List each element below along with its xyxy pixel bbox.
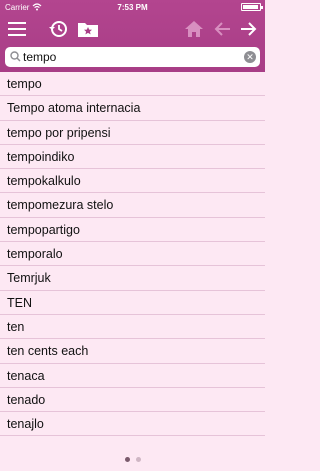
clear-search-icon[interactable]: ✕ — [244, 51, 256, 63]
list-item[interactable]: tenaca — [0, 364, 265, 388]
search-bar: ✕ — [5, 47, 260, 67]
battery-icon — [241, 3, 263, 11]
forward-button[interactable] — [237, 17, 261, 41]
list-item[interactable]: Temrjuk — [0, 266, 265, 291]
list-item[interactable]: TEN — [0, 291, 265, 315]
list-item[interactable]: tempoindiko — [0, 145, 265, 170]
list-item[interactable]: Tempo atoma internacia — [0, 96, 265, 121]
home-button[interactable] — [182, 17, 206, 41]
history-clock-icon — [49, 21, 67, 37]
list-item[interactable]: tempopartigo — [0, 218, 265, 243]
clock: 7:53 PM — [117, 3, 148, 12]
arrow-left-icon — [214, 22, 230, 36]
favorites-button[interactable] — [76, 17, 100, 41]
page-dot — [124, 457, 130, 462]
list-item[interactable]: tenado — [0, 388, 265, 413]
list-item[interactable]: ten cents each — [0, 339, 265, 364]
favorites-folder-star-icon — [78, 23, 98, 37]
hamburger-menu-icon — [8, 22, 26, 36]
list-item[interactable]: temporalo — [0, 242, 265, 267]
search-icon — [10, 51, 21, 62]
arrow-right-icon — [241, 22, 257, 36]
list-item[interactable]: tempokalkulo — [0, 169, 265, 194]
battery-fill — [243, 5, 259, 9]
results-list: tempo Tempo atoma internacia tempo por pri… — [0, 72, 265, 437]
list-item[interactable]: tempo — [0, 72, 265, 97]
menu-button[interactable] — [5, 17, 29, 41]
history-button[interactable] — [46, 17, 70, 41]
page-dot — [135, 457, 141, 462]
list-item[interactable]: tempo por pripensi — [0, 121, 265, 145]
list-item[interactable]: tenajlo — [0, 412, 265, 437]
list-item[interactable]: tempomezura stelo — [0, 193, 265, 218]
page-indicator — [0, 457, 265, 463]
home-icon — [185, 21, 203, 37]
search-input[interactable] — [23, 48, 238, 66]
list-item[interactable]: ten — [0, 315, 265, 340]
header-bar: Carrier 7:53 PM tempo ✕ — [0, 0, 265, 72]
back-button[interactable] — [210, 17, 234, 41]
status-bar: Carrier 7:53 PM — [0, 0, 265, 14]
